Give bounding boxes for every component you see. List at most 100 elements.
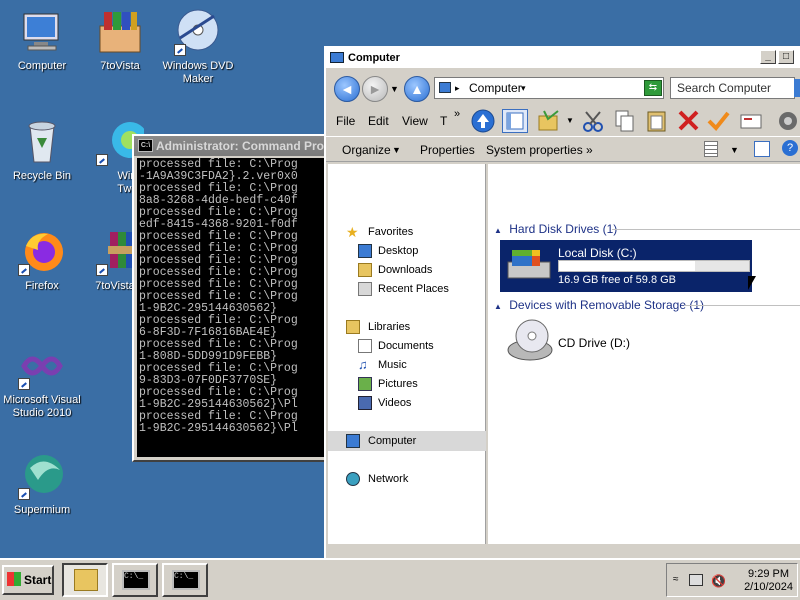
nav-videos[interactable]: Videos xyxy=(328,393,486,413)
views-icon[interactable] xyxy=(776,109,800,133)
change-view-icon[interactable] xyxy=(704,141,718,157)
cmd-title-bar[interactable]: C:\ Administrator: Command Prompt xyxy=(134,136,330,156)
help-icon[interactable]: ? xyxy=(782,140,798,156)
menu-view[interactable]: View xyxy=(402,114,428,128)
cmd-title: Administrator: Command Prompt xyxy=(156,139,330,153)
dvd-maker-icon xyxy=(174,8,222,56)
maximize-button[interactable]: □ xyxy=(778,50,794,64)
desktop-icon-label: Computer xyxy=(17,60,67,72)
delete-icon[interactable] xyxy=(676,109,702,133)
checkmark-icon[interactable] xyxy=(706,109,732,133)
menu-file[interactable]: File xyxy=(336,114,355,128)
desktop-icon-dvd-maker[interactable]: Windows DVD Maker xyxy=(156,8,240,86)
nav-desktop[interactable]: Desktop xyxy=(328,241,486,261)
network-icon[interactable] xyxy=(689,574,703,586)
search-input[interactable]: Search Computer xyxy=(670,77,795,99)
search-icon[interactable] xyxy=(794,79,800,97)
computer-icon xyxy=(346,434,360,448)
drive-cd-d[interactable]: CD Drive (D:) xyxy=(500,318,720,368)
shortcut-arrow-icon xyxy=(96,264,108,276)
drive-c-free-space: 16.9 GB free of 59.8 GB xyxy=(558,274,677,286)
desktop-icon-label: Microsoft Visual Studio 2010 xyxy=(3,394,81,419)
recycle-bin-icon xyxy=(18,118,66,166)
downloads-icon xyxy=(358,263,372,277)
cmd-icon: C:\_ xyxy=(122,570,150,590)
chevron-down-icon[interactable]: ▾ xyxy=(521,78,526,98)
shortcut-arrow-icon xyxy=(18,264,30,276)
history-dropdown-icon[interactable]: ▼ xyxy=(390,84,399,94)
nav-music[interactable]: ♫ Music xyxy=(328,355,486,375)
group-header-hdd[interactable]: ▲ Hard Disk Drives (1) xyxy=(494,222,800,236)
back-button[interactable]: ◄ xyxy=(334,76,360,102)
windows-logo-icon xyxy=(7,572,21,586)
taskbar-cmd-button-2[interactable]: C:\_ xyxy=(162,563,208,597)
menu-overflow-icon[interactable]: » xyxy=(454,108,460,120)
clock-time: 9:29 PM xyxy=(748,568,790,580)
shortcut-arrow-icon xyxy=(174,44,186,56)
desktop-icon-supermium[interactable]: Supermium xyxy=(0,452,84,517)
explorer-folder-icon xyxy=(74,569,98,591)
collapse-icon[interactable]: ▲ xyxy=(494,226,502,235)
collapse-icon[interactable]: ▲ xyxy=(494,302,502,311)
start-button[interactable]: Start xyxy=(2,565,54,595)
nav-computer[interactable]: Computer xyxy=(328,431,486,451)
forward-button[interactable]: ► xyxy=(362,76,388,102)
nav-favorites[interactable]: ★ Favorites xyxy=(328,222,486,242)
menu-edit[interactable]: Edit xyxy=(368,114,389,128)
chevron-down-icon[interactable]: ▼ xyxy=(392,145,401,155)
computer-icon xyxy=(439,82,451,93)
group-divider xyxy=(612,229,800,230)
more-commands-button[interactable]: » xyxy=(586,143,593,157)
desktop-icon-firefox[interactable]: Firefox xyxy=(0,228,84,293)
menu-tools[interactable]: T xyxy=(440,114,447,128)
explorer-title: Computer xyxy=(348,52,400,64)
desktop-icon-7tovista[interactable]: 7toVista xyxy=(78,8,162,73)
nav-documents[interactable]: Documents xyxy=(328,336,486,356)
taskbar-cmd-button-1[interactable]: C:\_ xyxy=(112,563,158,597)
explorer-window[interactable]: Computer _ □ ◄ ► ▼ ▲ ▸ Computer ▾ ▼ ⇆ Se… xyxy=(324,46,800,560)
nav-libraries[interactable]: Libraries xyxy=(328,317,486,337)
folders-pane-icon[interactable] xyxy=(502,109,528,133)
cmd-console-output[interactable]: processed file: C:\Prog -1A9A39C3FDA2}.2.… xyxy=(137,158,327,457)
properties-button[interactable]: Properties xyxy=(420,143,475,157)
group-header-removable[interactable]: ▲ Devices with Removable Storage (1) xyxy=(494,298,800,312)
preview-pane-icon[interactable] xyxy=(754,141,770,157)
drive-c-usage-bar xyxy=(558,260,750,272)
copy-icon[interactable] xyxy=(612,109,638,133)
cd-drive-icon xyxy=(506,318,556,367)
desktop-icon-visual-studio[interactable]: Microsoft Visual Studio 2010 xyxy=(0,342,84,420)
cut-icon[interactable] xyxy=(580,109,606,133)
explorer-title-bar[interactable]: Computer _ □ xyxy=(326,48,800,68)
up-button[interactable]: ▲ xyxy=(404,76,430,102)
package-icon xyxy=(96,8,144,56)
minimize-button[interactable]: _ xyxy=(760,50,776,64)
chevron-right-icon[interactable]: ▸ xyxy=(455,78,460,98)
taskbar-explorer-button[interactable] xyxy=(62,563,108,597)
refresh-icon[interactable]: ⇆ xyxy=(644,80,662,96)
up-arrow-icon[interactable] xyxy=(470,109,496,133)
address-bar[interactable]: ▸ Computer ▾ ▼ xyxy=(434,77,664,99)
folder-options-icon[interactable] xyxy=(536,109,562,133)
organize-button[interactable]: Organize xyxy=(342,143,391,157)
chevron-down-icon[interactable]: ▼ xyxy=(730,145,739,155)
drive-d-name: CD Drive (D:) xyxy=(558,336,630,350)
show-hidden-icons[interactable]: ≈ xyxy=(673,574,679,585)
desktop-icon-recycle-bin[interactable]: Recycle Bin xyxy=(0,118,84,183)
drive-local-disk-c[interactable]: Local Disk (C:) 16.9 GB free of 59.8 GB xyxy=(500,240,752,292)
system-tray: ≈ 🔇 9:29 PM 2/10/2024 xyxy=(666,563,798,597)
music-icon: ♫ xyxy=(358,357,368,372)
nav-downloads[interactable]: Downloads xyxy=(328,260,486,280)
chevron-down-icon[interactable]: ▼ xyxy=(566,116,574,125)
clock[interactable]: 9:29 PM 2/10/2024 xyxy=(744,568,793,594)
system-properties-button[interactable]: System properties xyxy=(486,143,583,157)
volume-muted-icon[interactable]: 🔇 xyxy=(711,574,726,588)
paste-icon[interactable] xyxy=(644,109,670,133)
nav-recent-places[interactable]: Recent Places xyxy=(328,279,486,299)
nav-network[interactable]: Network xyxy=(328,469,486,489)
nav-pictures[interactable]: Pictures xyxy=(328,374,486,394)
shortcut-arrow-icon xyxy=(18,488,30,500)
computer-icon xyxy=(330,52,344,63)
desktop-icon-computer[interactable]: Computer xyxy=(0,8,84,73)
properties-icon[interactable] xyxy=(738,109,764,133)
command-prompt-window[interactable]: C:\ Administrator: Command Prompt proces… xyxy=(132,134,332,462)
